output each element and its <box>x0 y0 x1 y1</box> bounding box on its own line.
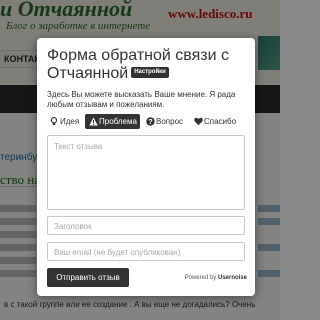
tab-thanks[interactable]: Спасибо <box>193 114 243 129</box>
modal-description: Здесь Вы можете высказать Ваше мнение. Я… <box>47 90 236 109</box>
subject-field[interactable]: Заголовок <box>47 216 245 235</box>
submit-button[interactable]: Отправить отзыв <box>47 268 129 287</box>
settings-badge[interactable]: Настройки <box>131 66 169 78</box>
tab-question[interactable]: ? Вопрос <box>145 114 189 129</box>
modal-title: Форма обратной связи с Отчаянной Настройк… <box>47 47 252 83</box>
lightbulb-icon <box>50 114 60 129</box>
tab-thanks-label: Спасибо <box>204 117 237 126</box>
feedback-placeholder: Текст отзыва <box>54 142 103 151</box>
feedback-type-tabs: Идея Проблема ? Вопрос Спасибо <box>47 114 252 130</box>
powered-by-brand[interactable]: Usernoise <box>218 275 247 281</box>
tab-idea-label: Идея <box>60 117 80 126</box>
tab-problem[interactable]: Проблема <box>85 114 140 129</box>
powered-by: Powered by Usernoise <box>185 275 247 281</box>
email-placeholder: Ваш email (не будет опубликован) <box>54 248 181 257</box>
email-field[interactable]: Ваш email (не будет опубликован) <box>47 242 245 261</box>
feedback-textarea[interactable]: Текст отзыва <box>47 135 245 210</box>
question-icon: ? <box>146 114 156 129</box>
tab-question-label: Вопрос <box>156 117 184 126</box>
tab-idea[interactable]: Идея <box>47 114 81 129</box>
powered-by-prefix: Powered by <box>184 275 217 281</box>
warning-icon <box>89 114 99 129</box>
feedback-modal: Форма обратной связи с Отчаянной Настройк… <box>37 38 255 296</box>
svg-text:?: ? <box>148 119 152 126</box>
tab-problem-label: Проблема <box>99 117 137 126</box>
heart-icon <box>194 114 204 129</box>
subject-placeholder: Заголовок <box>54 222 92 231</box>
